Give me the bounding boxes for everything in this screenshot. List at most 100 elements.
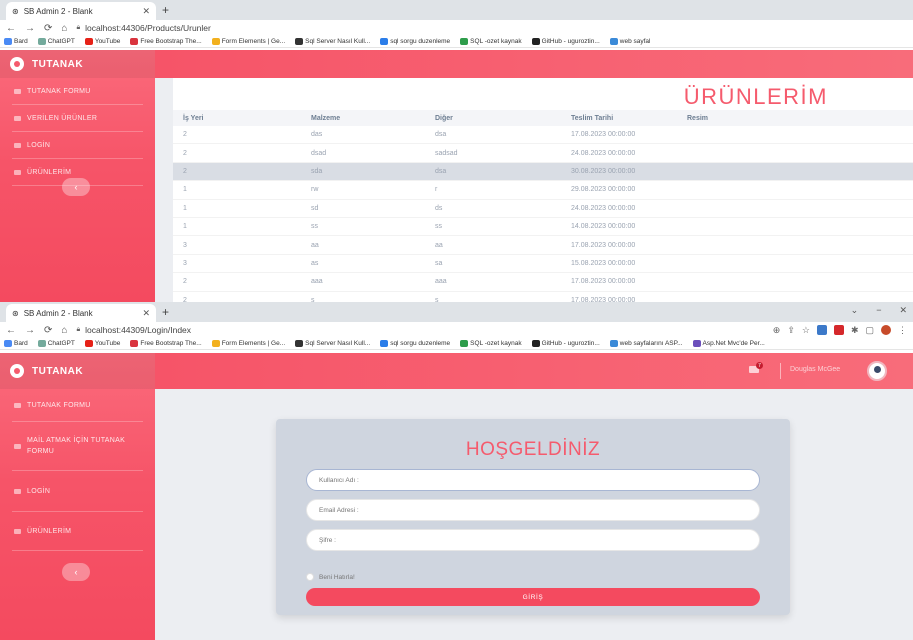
bookmark[interactable]: web sayfalarını ASP...: [609, 340, 683, 347]
message-count-badge: 7: [756, 362, 763, 369]
bookmark-icon: [130, 38, 139, 45]
bookmark[interactable]: YouTube: [84, 340, 120, 347]
page-title: ÜRÜNLERİM: [683, 84, 828, 109]
sidebar-toggle-button[interactable]: ‹: [62, 563, 90, 581]
tab-favicon-icon: ⊛: [12, 308, 19, 318]
close-window-icon[interactable]: ✕: [899, 305, 907, 316]
bookmark[interactable]: GitHub - uguroztin...: [531, 340, 600, 347]
table-row[interactable]: 2 dsad sadsad 24.08.2023 00:00:00: [173, 144, 913, 163]
menu-icon[interactable]: ⋮: [898, 325, 907, 336]
sidebar-item-tutanak-formu[interactable]: TUTANAK FORMU: [0, 389, 155, 421]
reload-icon[interactable]: ⟳: [44, 325, 52, 336]
chevron-down-icon[interactable]: ⌄: [851, 305, 859, 316]
bookmark-icon: [84, 340, 93, 347]
bookmark-icon: [211, 340, 220, 347]
bookmark[interactable]: sql sorgu duzenleme: [380, 38, 450, 45]
avatar[interactable]: [867, 361, 887, 381]
login-button[interactable]: GİRİŞ: [306, 588, 760, 606]
sidebar-toggle-button[interactable]: ‹: [62, 178, 90, 196]
sidebar-divider: [12, 550, 143, 551]
toolbar-icons: ⊕ ⇪ ☆ ✱ ▢ ⋮: [773, 325, 907, 336]
bookmark[interactable]: Free Bootstrap The...: [130, 340, 202, 347]
close-tab-icon[interactable]: ✕: [142, 6, 150, 17]
bookmark[interactable]: Form Elements | Ge...: [211, 38, 285, 45]
reload-icon[interactable]: ⟳: [44, 23, 52, 34]
bookmark[interactable]: sql sorgu duzenleme: [380, 340, 450, 347]
bookmark[interactable]: Sql Server Nasıl Kull...: [295, 340, 370, 347]
table-row[interactable]: 1 ss ss 14.08.2023 00:00:00: [173, 218, 913, 237]
user-name[interactable]: Douglas McGee: [790, 366, 840, 373]
table-row[interactable]: 2 s s 17.08.2023 00:00:00: [173, 292, 913, 302]
remember-checkbox[interactable]: [306, 573, 314, 581]
address-bar[interactable]: 🔒︎ localhost:44309/Login/Index: [76, 325, 763, 335]
table-row[interactable]: 2 sda dsa 30.08.2023 00:00:00: [173, 162, 913, 182]
table-cell: 17.08.2023 00:00:00: [571, 278, 636, 286]
browser-tab[interactable]: ⊛ SB Admin 2 - Blank ✕: [6, 2, 156, 20]
table-cell: das: [311, 131, 323, 139]
forward-icon[interactable]: →: [25, 325, 35, 336]
table-cell: sd: [311, 204, 319, 212]
back-icon[interactable]: ←: [6, 325, 16, 336]
sidepanel-icon[interactable]: ▢: [865, 325, 874, 336]
bookmark[interactable]: Free Bootstrap The...: [130, 38, 202, 45]
remember-label: Beni Hatırla!: [319, 573, 355, 581]
bookmark[interactable]: ChatGPT: [37, 38, 75, 45]
bookmark[interactable]: Sql Server Nasıl Kull...: [295, 38, 370, 45]
remember-me[interactable]: Beni Hatırla!: [306, 573, 355, 581]
bookmark[interactable]: SQL -ozet kaynak: [460, 340, 522, 347]
zoom-icon[interactable]: ⊕: [773, 325, 781, 336]
sidebar-item-mail-tutanak[interactable]: MAİL ATMAK İÇİN TUTANAK FORMU: [0, 422, 155, 470]
brand-logo-icon: [10, 57, 24, 71]
sidebar-item-urunlerim[interactable]: ÜRÜNLERİM: [0, 512, 155, 550]
tab-strip: ⊛ SB Admin 2 - Blank ✕ +: [0, 0, 913, 20]
table-cell: 3: [183, 241, 187, 249]
home-icon[interactable]: ⌂: [61, 23, 67, 34]
bookmark[interactable]: Form Elements | Ge...: [211, 340, 285, 347]
username-input[interactable]: [306, 469, 760, 491]
table-row[interactable]: 3 as sa 15.08.2023 00:00:00: [173, 255, 913, 274]
bookmark[interactable]: GitHub - uguroztin...: [531, 38, 600, 45]
brand-title: TUTANAK: [32, 365, 84, 377]
extension-icon[interactable]: [833, 325, 844, 335]
sidebar-item-login[interactable]: LOGİN: [0, 471, 155, 511]
address-bar[interactable]: 🔒︎ localhost:44306/Products/Urunler: [76, 23, 907, 33]
back-icon[interactable]: ←: [6, 23, 16, 34]
lock-icon: 🔒︎: [76, 24, 81, 31]
profile-icon[interactable]: [881, 325, 891, 335]
star-icon[interactable]: ☆: [802, 325, 810, 336]
table-cell: sda: [311, 167, 323, 175]
table-row[interactable]: 2 das dsa 17.08.2023 00:00:00: [173, 126, 913, 145]
share-icon[interactable]: ⇪: [787, 325, 795, 336]
password-input[interactable]: [306, 529, 760, 551]
sidebar-item-verilen-urunler[interactable]: VERİLEN ÜRÜNLER: [0, 105, 155, 131]
home-icon[interactable]: ⌂: [61, 325, 67, 336]
login-card: HOŞGELDİNİZ Beni Hatırla! GİRİŞ: [276, 419, 790, 615]
bookmark[interactable]: ChatGPT: [37, 340, 75, 347]
forward-icon[interactable]: →: [25, 23, 35, 34]
close-tab-icon[interactable]: ✕: [142, 308, 150, 319]
email-input[interactable]: [306, 499, 760, 521]
bookmark[interactable]: web sayfal: [609, 38, 651, 45]
brand[interactable]: TUTANAK: [0, 50, 155, 78]
list-icon: [14, 115, 21, 121]
table-row[interactable]: 3 aa aa 17.08.2023 00:00:00: [173, 236, 913, 255]
brand[interactable]: TUTANAK: [0, 353, 155, 389]
bookmark[interactable]: YouTube: [84, 38, 120, 45]
bookmark-icon: [609, 340, 618, 347]
table-row[interactable]: 1 sd ds 24.08.2023 00:00:00: [173, 200, 913, 218]
bookmark[interactable]: Bard: [4, 38, 28, 45]
new-tab-icon[interactable]: +: [162, 3, 169, 17]
puzzle-icon[interactable]: ✱: [851, 325, 859, 336]
new-tab-icon[interactable]: +: [162, 305, 169, 319]
bookmark[interactable]: SQL -ozet kaynak: [460, 38, 522, 45]
browser-tab[interactable]: ⊛ SB Admin 2 - Blank ✕: [6, 304, 156, 322]
column-header: İş Yeri: [183, 114, 204, 122]
table-row[interactable]: 2 aaa aaa 17.08.2023 00:00:00: [173, 273, 913, 292]
table-row[interactable]: 1 rw r 29.08.2023 00:00:00: [173, 181, 913, 200]
extension-icon[interactable]: [816, 325, 827, 335]
bookmark[interactable]: Asp.Net Mvc'de Per...: [692, 340, 765, 347]
sidebar-item-login[interactable]: LOGİN: [0, 132, 155, 158]
sidebar-item-tutanak-formu[interactable]: TUTANAK FORMU: [0, 78, 155, 104]
bookmark[interactable]: Bard: [4, 340, 28, 347]
minimize-icon[interactable]: −: [876, 305, 881, 316]
